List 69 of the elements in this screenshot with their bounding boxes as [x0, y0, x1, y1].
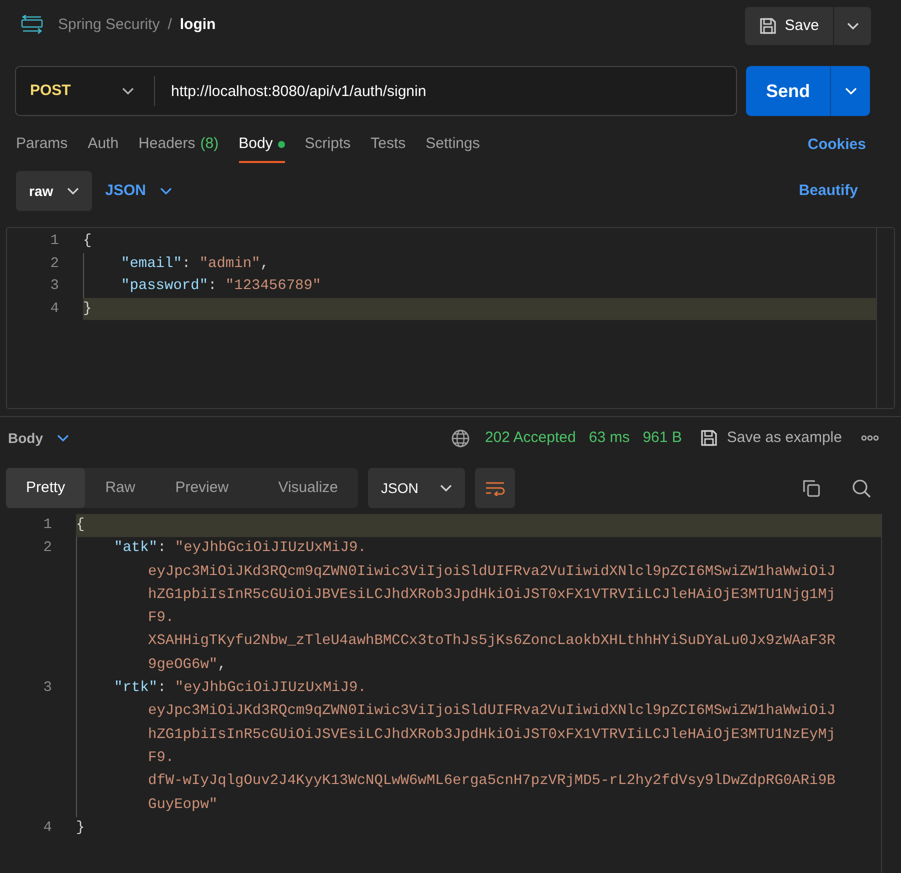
response-tab[interactable]: Visualize: [258, 468, 358, 508]
cookies-link[interactable]: Cookies: [808, 134, 866, 156]
chevron-down-icon: [67, 187, 80, 195]
code-line: F9.: [76, 607, 881, 630]
word-wrap-button[interactable]: [475, 468, 516, 508]
line-number: 4: [42, 818, 52, 838]
chevron-down-icon: [160, 187, 172, 195]
line-number: 4: [49, 300, 59, 318]
line-number: 2: [49, 254, 59, 274]
code-line: {: [83, 232, 93, 251]
request-tab[interactable]: Headers (8): [138, 127, 219, 163]
code-line: XSAHHigTKyfu2Nbw_zTleU4awhBMCCx3toThJs5jKs6ZoncLaokbXHLthhHYiSuDYaLu0Jx9zWAaF3R: [76, 630, 881, 654]
line-number: 2: [42, 539, 52, 558]
response-language-dropdown[interactable]: JSON: [368, 468, 466, 508]
response-size: 961 B: [642, 428, 682, 448]
request-tab[interactable]: Scripts: [304, 127, 351, 163]
request-tab[interactable]: Body: [238, 127, 285, 163]
breadcrumb-request: login: [180, 14, 216, 35]
chevron-down-icon: [122, 87, 134, 95]
request-body-editor[interactable]: 1 { 2 "email": "admin", 3 "password": "123456789" 4 }: [6, 227, 895, 409]
code-line: eyJpc3MiOiJKd3RQcm9qZWN0Iiwic3ViIjoiSldUIFRva2VuIiwidXNlcl9pZCI6MSwiZW1haWwiOiJ: [76, 560, 881, 584]
save-icon: [700, 429, 718, 447]
request-tab[interactable]: Auth: [88, 127, 119, 163]
code-line: eyJpc3MiOiJKd3RQcm9qZWN0Iiwic3ViIjoiSldUIFRva2VuIiwidXNlcl9pZCI6MSwiZW1haWwiOiJ: [76, 700, 881, 724]
send-button[interactable]: Send: [746, 66, 830, 116]
code-line: dfW-wIyJqlgOuv2J4KyyK13WcNQLwW6wML6erga5cnH7pzVRjMD5-rL2hy2fdVsy9lDwZdpRG0ARi9B: [76, 770, 881, 794]
request-tab[interactable]: Params: [16, 127, 68, 163]
body-language-dropdown[interactable]: JSON: [105, 180, 172, 202]
breadcrumb-collection[interactable]: Spring Security: [58, 14, 160, 36]
response-time: 63 ms: [588, 428, 630, 448]
code-line: "rtk": "eyJhbGciOiJIUzUxMiJ9.: [76, 677, 881, 700]
line-number: 1: [42, 516, 52, 535]
response-tab[interactable]: Raw: [85, 468, 156, 508]
save-as-example-button[interactable]: Save as example: [700, 426, 842, 450]
line-number: 1: [49, 232, 59, 251]
response-tab[interactable]: Pretty: [6, 468, 86, 508]
wrap-text-icon: [485, 480, 506, 496]
line-number: 3: [49, 277, 59, 296]
http-arrows-icon: [20, 15, 44, 35]
copy-button[interactable]: [802, 479, 820, 497]
body-mode-dropdown[interactable]: raw: [16, 171, 92, 211]
save-icon: [758, 17, 777, 35]
code-line: }: [76, 818, 86, 838]
code-line: hZG1pbiIsInR5cGUiOiJSVEsiLCJhdXRob3JpdHkiOiJST0xFX1VTRVIiLCJleHAiOjE3MTU1NzEyMj: [76, 724, 881, 747]
code-line: hZG1pbiIsInR5cGUiOiJBVEsiLCJhdXRob3JpdHkiOiJST0xFX1VTRVIiLCJleHAiOjE3MTU1Njg1Mj: [76, 584, 881, 608]
code-line: GuyEopw": [76, 794, 881, 817]
chevron-down-icon: [57, 434, 69, 442]
line-number: 3: [42, 679, 52, 698]
more-icon: [861, 435, 879, 441]
search-icon: [852, 478, 871, 498]
code-line: "atk": "eyJhbGciOiJIUzUxMiJ9.: [76, 537, 881, 561]
code-line: F9.: [76, 746, 881, 770]
method-dropdown[interactable]: POST: [16, 67, 154, 115]
chevron-down-icon: [846, 22, 858, 30]
request-tab[interactable]: Settings: [426, 127, 480, 163]
copy-icon: [802, 479, 820, 497]
request-tab[interactable]: Tests: [370, 127, 406, 163]
url-field[interactable]: POST http://localhost:8080/api/v1/auth/signin: [15, 66, 737, 116]
response-tab[interactable]: Preview: [155, 468, 249, 508]
chevron-down-icon: [844, 87, 856, 95]
code-line: 9geOG6w",: [76, 654, 881, 678]
code-line: "email": "admin",: [83, 252, 876, 275]
chevron-down-icon: [440, 484, 452, 492]
breadcrumb-separator: /: [168, 14, 172, 35]
search-button[interactable]: [852, 478, 871, 498]
beautify-button[interactable]: Beautify: [798, 180, 858, 202]
status-code: 202 Accepted: [484, 428, 576, 448]
response-view-dropdown[interactable]: Body: [8, 428, 69, 448]
globe-icon: [450, 428, 470, 448]
